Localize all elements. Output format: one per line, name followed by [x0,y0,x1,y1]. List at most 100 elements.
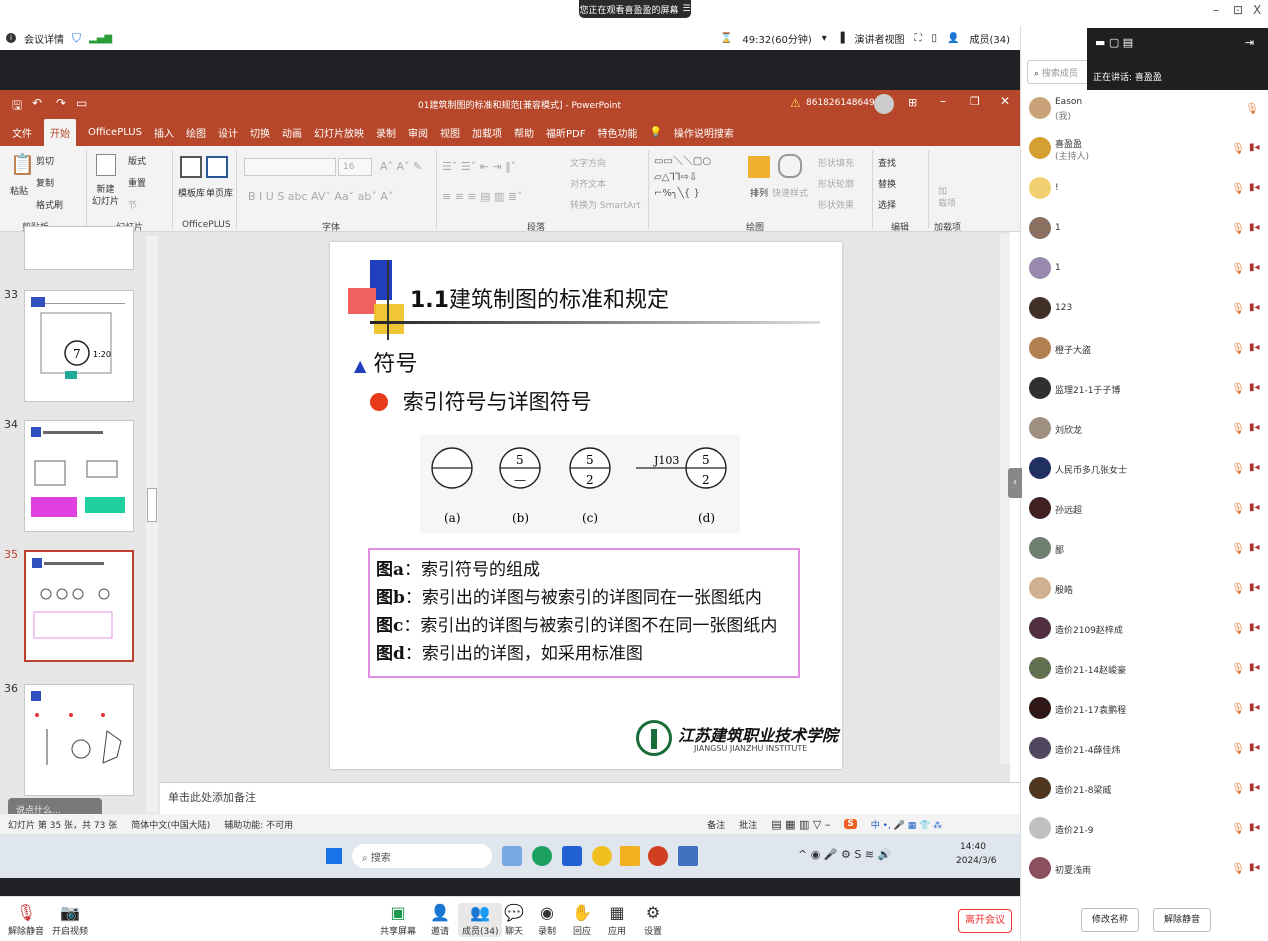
member-row[interactable]: ! 🎙 ▮◂ [1021,170,1268,210]
list-icons[interactable]: ☰˅ ☰˅ ⇤ ⇥ ‖˅ [442,160,516,173]
screen-share-banner[interactable]: 您正在观看喜盈盈的屏幕 ☰ [579,0,691,18]
replace-button[interactable]: 替换 [878,177,896,190]
members-button[interactable]: 👥 成员(34) [458,903,503,937]
copy-button[interactable]: 复制 [36,176,54,189]
windows-start-icon[interactable] [326,848,342,864]
current-slide[interactable]: 1.1建筑制图的标准和规定 ▲ 符号 索引符号与详图符号 5 — 5 2 J10… [330,242,842,769]
camera-off-icon[interactable]: ▮◂ [1249,582,1260,593]
meeting-timer[interactable]: 49:32(60分钟) [742,31,811,46]
layout-button[interactable]: 版式 [128,154,146,167]
member-row[interactable]: 造价21-4薛佳炜 🎙 ▮◂ [1021,730,1268,770]
fullscreen-icon[interactable]: ⛶ [915,33,922,44]
font-format-icons[interactable]: B I U S abc AV˅ Aa˅ ab˅ A˅ [248,190,393,203]
tab-transitions[interactable]: 切换 [250,121,270,144]
camera-off-icon[interactable]: ▮◂ [1249,622,1260,633]
mic-muted-icon[interactable]: 🎙 [1231,662,1245,675]
member-row[interactable]: 鄙 🎙 ▮◂ [1021,530,1268,570]
camera-off-icon[interactable]: ▮◂ [1249,662,1260,673]
member-row[interactable]: 123 🎙 ▮◂ [1021,290,1268,330]
member-row[interactable]: Eason (我) 🎙 [1021,90,1268,130]
tab-draw[interactable]: 绘图 [186,121,206,144]
camera-off-icon[interactable]: ▮◂ [1249,462,1260,473]
redo-icon[interactable]: ↷ [56,96,66,110]
avatar[interactable] [874,94,894,114]
exit-icon[interactable]: ⇥ [1245,36,1254,49]
react-button[interactable]: ✋ 回应 [572,903,592,937]
meeting-app-icon[interactable] [562,846,582,866]
find-button[interactable]: 查找 [878,156,896,169]
align-text-button[interactable]: 对齐文本 [570,177,606,190]
camera-off-icon[interactable]: ▮◂ [1249,422,1260,433]
camera-off-icon[interactable]: ▮◂ [1249,142,1260,153]
ribbon-display-icon[interactable]: ⊞ [908,96,917,109]
member-row[interactable]: 孙远超 🎙 ▮◂ [1021,490,1268,530]
camera-off-icon[interactable]: ▮◂ [1249,862,1260,873]
mic-muted-icon[interactable]: 🎙 [1231,382,1245,395]
clock-time[interactable]: 14:40 [960,842,986,852]
member-row[interactable]: 造价21-17袁鹏程 🎙 ▮◂ [1021,690,1268,730]
font-size-input[interactable]: 16 [338,158,372,176]
tab-help[interactable]: 帮助 [514,121,534,144]
member-row[interactable]: 喜盈盈 (主持人) 🎙 ▮◂ [1021,130,1268,170]
close-button[interactable]: X [1253,3,1261,17]
app-icon[interactable] [678,846,698,866]
tab-insert[interactable]: 插入 [154,121,174,144]
text-direction-button[interactable]: 文字方向 [570,156,606,169]
app-icon[interactable] [502,846,522,866]
single-library-button[interactable]: 单页库 [206,186,233,199]
mic-muted-icon[interactable]: 🎙 [1245,102,1259,115]
camera-off-icon[interactable]: ▮◂ [1249,382,1260,393]
settings-button[interactable]: ⚙ 设置 [644,903,662,937]
window-mode-icons[interactable]: ▬ ▢ ▤ [1095,36,1133,49]
reset-button[interactable]: 重置 [128,176,146,189]
camera-off-icon[interactable]: ▮◂ [1249,302,1260,313]
mic-muted-icon[interactable]: 🎙 [1231,302,1245,315]
tab-home[interactable]: 开始 [44,118,76,146]
camera-off-icon[interactable]: ▮◂ [1249,182,1260,193]
mic-muted-icon[interactable]: 🎙 [1231,262,1245,275]
taskbar-search[interactable]: ⌕ 搜索 [352,844,492,868]
mic-muted-icon[interactable]: 🎙 [1231,622,1245,635]
mic-muted-icon[interactable]: 🎙 [1231,462,1245,475]
powerpoint-icon[interactable] [648,846,668,866]
sogou-ime-icon[interactable]: S [844,819,857,829]
paste-button[interactable]: 粘贴 [10,184,28,197]
camera-off-icon[interactable]: ▮◂ [1249,822,1260,833]
shapes-gallery[interactable]: ▭▭＼＼▢○ ▱△⅂⅂⇨⇩ ⌐%╮╲{ } [654,154,740,206]
mic-muted-icon[interactable]: 🎙 [1231,742,1245,755]
language-status[interactable]: 简体中文(中国大陆) [131,818,210,831]
format-painter-button[interactable]: 格式刷 [36,198,63,211]
quick-styles-button[interactable]: 快速样式 [772,186,808,199]
member-row[interactable]: 造价21-8梁威 🎙 ▮◂ [1021,770,1268,810]
present-icon[interactable]: ▭ [76,96,87,110]
new-slide-button[interactable]: 新建 幻灯片 [92,184,119,208]
camera-off-icon[interactable]: ▮◂ [1249,222,1260,233]
tab-slideshow[interactable]: 幻灯片放映 [314,121,364,144]
camera-off-icon[interactable]: ▮◂ [1249,502,1260,513]
camera-off-icon[interactable]: ▮◂ [1249,702,1260,713]
layout-icon[interactable]: ▯ [932,33,938,44]
mic-muted-icon[interactable]: 🎙 [1231,342,1245,355]
mic-muted-icon[interactable]: 🎙 [1231,582,1245,595]
tell-me-search[interactable]: 操作说明搜索 [674,121,734,144]
tab-addins[interactable]: 加载项 [472,121,502,144]
slide-thumbnail[interactable] [24,226,134,270]
presenter-view-button[interactable]: 演讲者视图 [855,31,905,46]
tab-record[interactable]: 录制 [376,121,396,144]
member-row[interactable]: 橙子大盗 🎙 ▮◂ [1021,330,1268,370]
mic-muted-icon[interactable]: 🎙 [1231,422,1245,435]
tab-officeplus[interactable]: OfficePLUS [88,123,142,142]
slide-thumbnail-pane[interactable]: 33 7 1:20 34 35 36 [0,226,160,814]
tab-animations[interactable]: 动画 [282,121,302,144]
accessibility-status[interactable]: 辅助功能: 不可用 [224,818,293,831]
tab-features[interactable]: 特色功能 [597,121,637,144]
slide-thumbnail[interactable] [24,420,134,532]
undo-icon[interactable]: ↶ [32,96,42,110]
camera-off-icon[interactable]: ▮◂ [1249,262,1260,273]
member-row[interactable]: 监理21-1于子博 🎙 ▮◂ [1021,370,1268,410]
smartart-button[interactable]: 转换为 SmartArt [570,198,640,211]
member-row[interactable]: 1 🎙 ▮◂ [1021,250,1268,290]
template-library-button[interactable]: 模板库 [178,186,205,199]
select-button[interactable]: 选择 [878,198,896,211]
clock-date[interactable]: 2024/3/6 [956,856,996,866]
